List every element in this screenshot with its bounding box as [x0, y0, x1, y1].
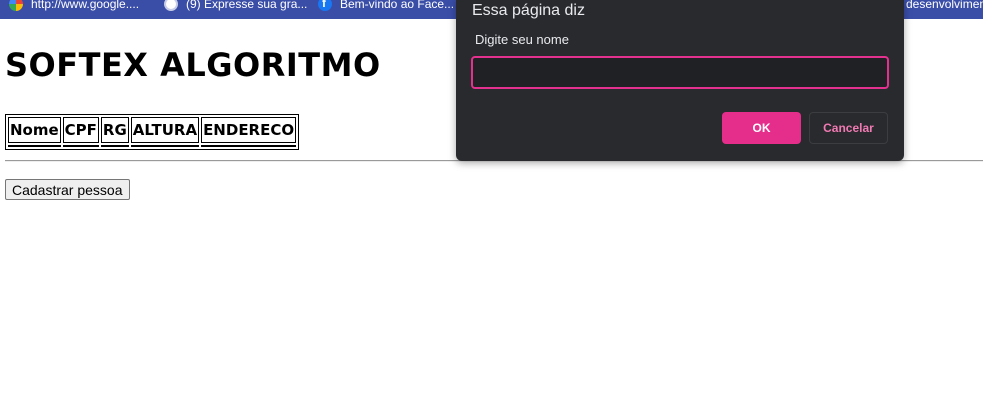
- register-person-button[interactable]: Cadastrar pessoa: [5, 179, 130, 200]
- table-cell: [130, 145, 200, 147]
- google-icon: [9, 0, 23, 11]
- browser-page: http://www.google.... (9) Expresse sua g…: [0, 0, 983, 400]
- header-altura: ALTURA: [130, 117, 200, 143]
- bookmark-label: desenvolvimen: [906, 0, 983, 11]
- header-nome: Nome: [8, 117, 61, 143]
- table-row: [8, 145, 297, 147]
- people-table: Nome CPF RG ALTURA ENDERECO: [5, 114, 300, 150]
- table-cell: [201, 145, 297, 147]
- cancel-button[interactable]: Cancelar: [809, 112, 888, 144]
- header-endereco: ENDERECO: [201, 117, 297, 143]
- bookmark-desenvolvimento[interactable]: desenvolvimen: [906, 0, 983, 14]
- table-cell: [8, 145, 61, 147]
- name-input[interactable]: [471, 56, 889, 89]
- bookmark-label: Bem-vindo ao Face...: [340, 0, 455, 11]
- ok-button[interactable]: OK: [722, 112, 801, 144]
- page-title: SOFTEX ALGORITMO: [5, 46, 381, 84]
- bookmark-facebook[interactable]: Bem-vindo ao Face...: [318, 0, 454, 14]
- bookmark-expresse[interactable]: (9) Expresse sua gra...: [164, 0, 307, 14]
- table-cell: [100, 145, 129, 147]
- dialog-message: Digite seu nome: [475, 32, 569, 47]
- prompt-dialog: Essa página diz Digite seu nome OK Cance…: [456, 0, 904, 161]
- table-cell: [62, 145, 99, 147]
- bookmark-label: http://www.google....: [31, 0, 140, 11]
- bookmark-label: (9) Expresse sua gra...: [186, 0, 308, 11]
- globe-icon: [164, 0, 178, 11]
- facebook-icon: [318, 0, 332, 11]
- dialog-title: Essa página diz: [472, 2, 585, 19]
- table-header-row: Nome CPF RG ALTURA ENDERECO: [8, 117, 297, 143]
- bookmark-google[interactable]: http://www.google....: [9, 0, 139, 14]
- header-cpf: CPF: [62, 117, 99, 143]
- header-rg: RG: [100, 117, 129, 143]
